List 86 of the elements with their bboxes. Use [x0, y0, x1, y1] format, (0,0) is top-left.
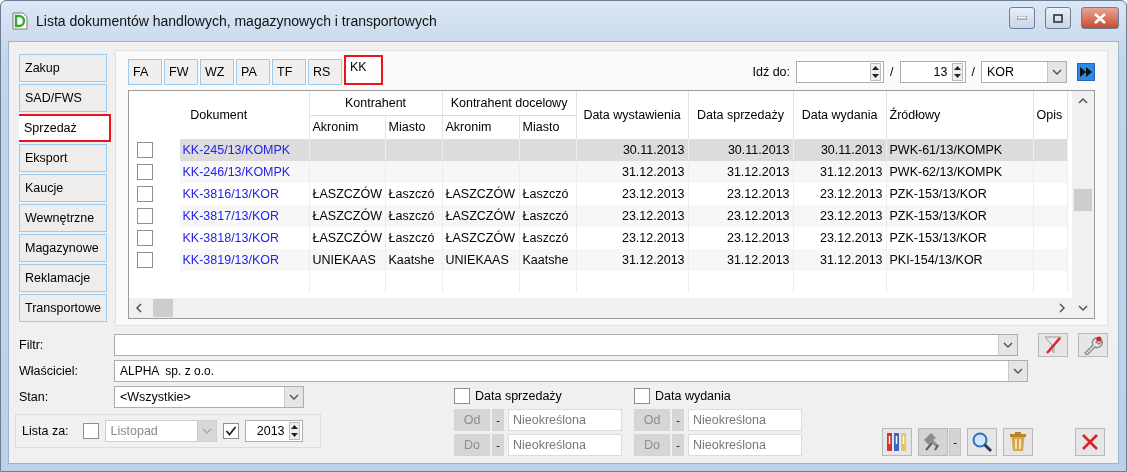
date-checkbox[interactable] [454, 388, 470, 404]
date-filter-label: Data sprzedaży [475, 389, 562, 403]
table-cell: PKI-154/13/KOR [886, 249, 1034, 271]
table-cell: 31.12.2013 [793, 249, 887, 271]
series-dropdown[interactable]: KOR [981, 61, 1067, 83]
table-cell: 31.12.2013 [688, 249, 794, 271]
trash-icon [1009, 432, 1027, 452]
fast-forward-icon [1080, 67, 1092, 77]
sidebar-tab[interactable]: Kaucje [19, 174, 107, 202]
year-field[interactable]: 2013 [244, 420, 303, 442]
filter-label: Filtr: [19, 338, 45, 352]
document-type-tab[interactable]: RS [308, 59, 342, 85]
scroll-thumb[interactable] [153, 299, 173, 317]
document-type-tab[interactable]: FW [164, 59, 198, 85]
wrench-icon [1082, 335, 1104, 355]
list-for-label: Lista za: [22, 424, 69, 438]
table-cell: UNIEKAAS [442, 249, 520, 271]
row-checkbox[interactable] [137, 208, 153, 224]
scroll-right-icon [1056, 302, 1068, 314]
document-type-tab[interactable]: FA [128, 59, 162, 85]
maximize-icon [1053, 13, 1063, 23]
spin-arrows-icon[interactable] [288, 422, 300, 440]
month-dropdown[interactable]: Listopad [104, 420, 217, 442]
scroll-thumb[interactable] [1074, 189, 1092, 211]
sidebar-tab[interactable]: Zakup [19, 54, 107, 82]
minimize-icon [1017, 16, 1027, 20]
state-dropdown[interactable]: <Wszystkie> [114, 386, 304, 408]
number-field[interactable] [796, 61, 885, 83]
horizontal-scrollbar[interactable] [129, 298, 1072, 318]
sidebar-tab[interactable]: SAD/FWS [19, 84, 107, 112]
state-label: Stan: [19, 390, 50, 404]
vertical-scrollbar[interactable] [1072, 91, 1094, 298]
go-button[interactable] [1077, 63, 1095, 81]
document-type-tab[interactable]: WZ [200, 59, 234, 85]
sidebar-tab[interactable]: Eksport [19, 144, 107, 172]
close-icon [1081, 433, 1099, 451]
document-type-tab[interactable]: PA [236, 59, 270, 85]
table-cell: Kaatshe [385, 249, 443, 271]
funnel-slash-icon [1043, 336, 1063, 354]
row-checkbox[interactable] [137, 164, 153, 180]
sidebar-tab[interactable]: Reklamacje [19, 264, 107, 292]
table-cell: Kaatshe [519, 249, 577, 271]
window-title: Lista dokumentów handlowych, magazynowych i transportowych [36, 13, 438, 29]
sidebar-tab[interactable]: Sprzedaż [19, 114, 111, 142]
table-cell: 31.12.2013 [576, 249, 689, 271]
row-checkbox[interactable] [137, 230, 153, 246]
search-icon [971, 431, 993, 453]
month-checkbox[interactable] [82, 423, 99, 439]
close-form-button[interactable] [1075, 428, 1105, 456]
document-link[interactable]: KK-3819/13/KOR [179, 249, 309, 271]
scroll-left-icon [133, 302, 145, 314]
row-checkbox[interactable] [137, 252, 153, 268]
separator: / [971, 65, 975, 79]
close-icon [1094, 12, 1106, 24]
sidebar-tab[interactable]: Magazynowe [19, 234, 107, 262]
separator: / [890, 65, 894, 79]
binders-icon [886, 432, 908, 452]
table-cell: UNIEKAAS [309, 249, 385, 271]
owner-label: Właściciel: [19, 364, 80, 378]
sidebar-tab[interactable]: Transportowe [19, 294, 107, 322]
app-icon [12, 12, 28, 30]
binders-button[interactable] [882, 428, 912, 456]
row-checkbox[interactable] [137, 142, 153, 158]
sidebar-tab[interactable]: Wewnętrzne [19, 204, 107, 232]
year-field[interactable]: 13 [899, 61, 966, 83]
document-type-tab[interactable]: KK [344, 55, 383, 85]
scroll-down-icon [1077, 302, 1089, 314]
clear-filter-button[interactable] [1038, 333, 1068, 357]
column-group-header: Kontrahent docelowy [442, 91, 577, 115]
close-button[interactable] [1081, 7, 1119, 29]
year-checkbox[interactable] [222, 423, 239, 439]
row-checkbox[interactable] [137, 186, 153, 202]
date-checkbox[interactable] [634, 388, 650, 404]
filter-field[interactable] [114, 334, 1018, 356]
owner-dropdown[interactable]: ALPHA sp. z o.o. [114, 360, 1028, 382]
minimize-button[interactable] [1009, 7, 1035, 29]
trash-button[interactable] [1003, 428, 1033, 456]
spin-arrows-icon[interactable] [951, 63, 963, 81]
column-group-header: Kontrahent [309, 91, 443, 115]
spin-arrows-icon[interactable] [870, 63, 882, 81]
maximize-button[interactable] [1045, 7, 1071, 29]
search-button[interactable] [967, 428, 997, 456]
document-type-tab[interactable]: TF [272, 59, 306, 85]
goto-label: Idź do: [752, 65, 791, 79]
date-filter-label: Data wydania [655, 389, 731, 403]
settings-button[interactable] [1078, 333, 1108, 357]
